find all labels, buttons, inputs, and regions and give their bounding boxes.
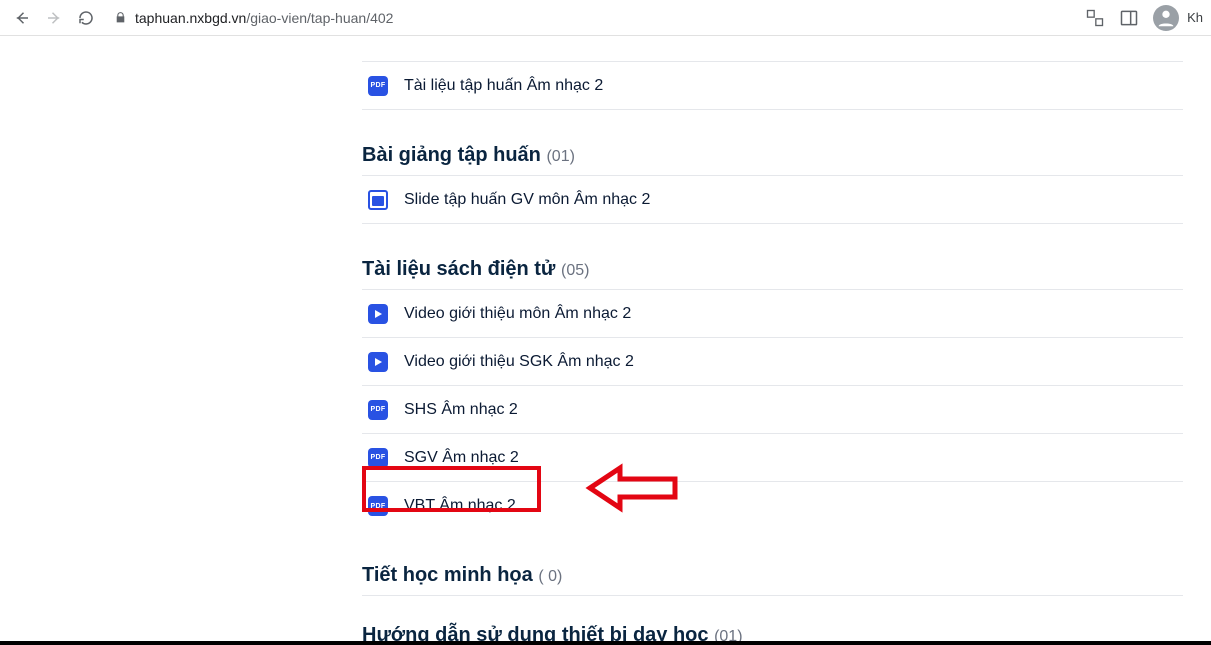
- url-path: /giao-vien/tap-huan/402: [246, 10, 393, 26]
- arrow-left-icon: [13, 9, 31, 27]
- panel-icon[interactable]: [1119, 8, 1139, 28]
- section-title-text: Tiết học minh họa: [362, 564, 533, 586]
- pdf-icon: PDF: [368, 76, 388, 96]
- url-host: taphuan.nxbgd.vn: [135, 10, 246, 26]
- pdf-icon: PDF: [368, 448, 388, 468]
- translate-icon[interactable]: [1085, 8, 1105, 28]
- resource-item[interactable]: PDF Tài liệu tập huấn Âm nhạc 2: [362, 62, 1183, 110]
- address-bar[interactable]: taphuan.nxbgd.vn/giao-vien/tap-huan/402: [104, 4, 1075, 32]
- section-heading: Bài giảng tập huấn (01): [362, 144, 1183, 167]
- resource-item[interactable]: Slide tập huấn GV môn Âm nhạc 2: [362, 176, 1183, 224]
- resource-label: Slide tập huấn GV môn Âm nhạc 2: [404, 191, 650, 209]
- video-icon: [368, 304, 388, 324]
- divider: [362, 595, 1183, 596]
- resource-item[interactable]: Video giới thiệu môn Âm nhạc 2: [362, 290, 1183, 338]
- reload-button[interactable]: [72, 4, 100, 32]
- resource-label: Tài liệu tập huấn Âm nhạc 2: [404, 77, 603, 95]
- section-heading: Tiết học minh họa ( 0): [362, 564, 1183, 587]
- resource-label: VBT Âm nhạc 2: [404, 497, 516, 515]
- section-title-text: Bài giảng tập huấn: [362, 144, 541, 166]
- resource-item-vbt[interactable]: PDF VBT Âm nhạc 2: [362, 482, 1183, 530]
- slide-icon: [368, 190, 388, 210]
- profile-name: Kh: [1187, 10, 1203, 25]
- lock-icon: [114, 11, 127, 24]
- resource-label: Video giới thiệu môn Âm nhạc 2: [404, 305, 631, 323]
- toolbar-right: Kh: [1085, 5, 1203, 31]
- resource-label: Video giới thiệu SGK Âm nhạc 2: [404, 353, 634, 371]
- section-heading: Tài liệu sách điện tử (05): [362, 258, 1183, 281]
- section-count: ( 0): [538, 568, 562, 585]
- pdf-icon: PDF: [368, 400, 388, 420]
- page-content: PDF Tài liệu tập huấn Âm nhạc 2 Bài giản…: [0, 61, 1211, 645]
- resource-label: SGV Âm nhạc 2: [404, 449, 519, 467]
- person-icon: [1155, 7, 1177, 29]
- reload-icon: [77, 9, 95, 27]
- browser-toolbar: taphuan.nxbgd.vn/giao-vien/tap-huan/402 …: [0, 0, 1211, 36]
- forward-button[interactable]: [40, 4, 68, 32]
- pdf-icon: PDF: [368, 496, 388, 516]
- resource-item[interactable]: Video giới thiệu SGK Âm nhạc 2: [362, 338, 1183, 386]
- bottom-edge: [0, 641, 1211, 645]
- resource-item[interactable]: PDF SGV Âm nhạc 2: [362, 434, 1183, 482]
- section-count: (05): [561, 262, 589, 279]
- video-icon: [368, 352, 388, 372]
- profile-avatar[interactable]: [1153, 5, 1179, 31]
- resource-item[interactable]: PDF SHS Âm nhạc 2: [362, 386, 1183, 434]
- back-button[interactable]: [8, 4, 36, 32]
- section-title-text: Tài liệu sách điện tử: [362, 258, 555, 280]
- section-count: (01): [546, 148, 574, 165]
- arrow-right-icon: [45, 9, 63, 27]
- resource-label: SHS Âm nhạc 2: [404, 401, 518, 419]
